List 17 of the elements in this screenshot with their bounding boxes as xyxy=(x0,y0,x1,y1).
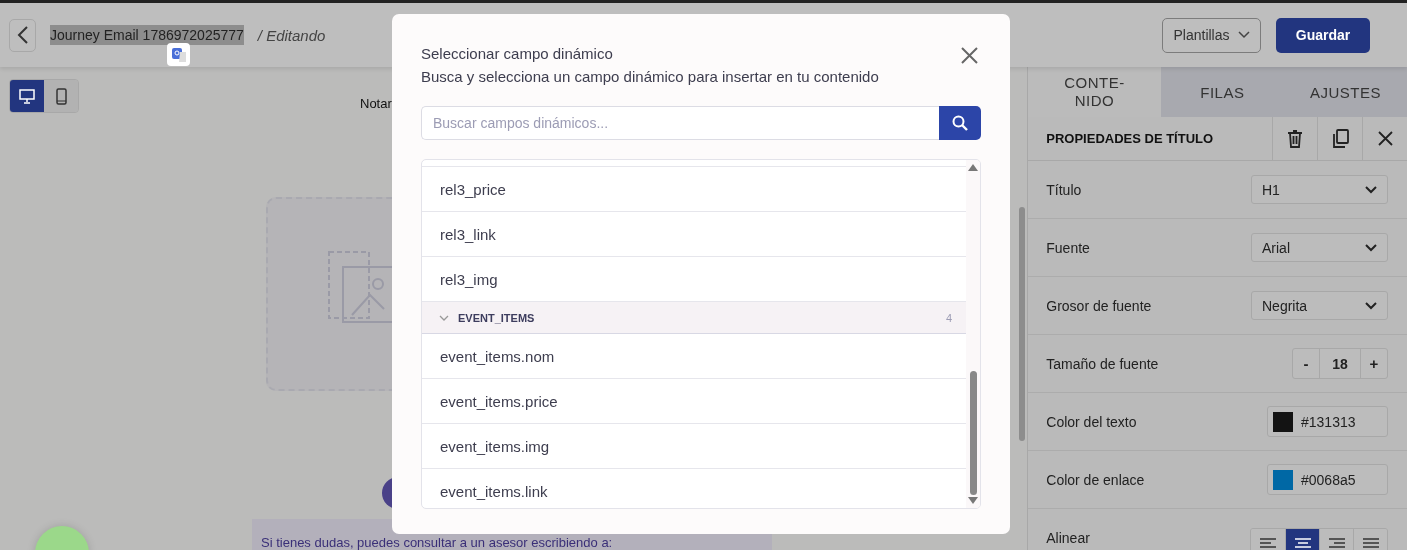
property-label: Tamaño de fuente xyxy=(1046,355,1159,372)
property-label: Título xyxy=(1046,181,1082,198)
email-heading: Notar xyxy=(360,96,393,111)
document-title: Journey Email 1786972025777 xyxy=(50,25,244,45)
group-count: 4 xyxy=(945,311,952,324)
property-label: Fuente xyxy=(1046,239,1090,256)
color-value: #131313 xyxy=(1301,413,1356,430)
property-label: Alinear xyxy=(1046,529,1090,546)
property-label: Color de enlace xyxy=(1046,471,1145,488)
editing-status: / Editando xyxy=(257,26,326,44)
property-label: Color del texto xyxy=(1046,413,1137,430)
panel-title: PROPIEDADES DE TÍTULO xyxy=(1045,131,1215,146)
dialog-subtitle: Busca y selecciona un campo dinámico para insertar en tu contenido xyxy=(421,67,879,87)
dialog-title: Seleccionar campo dinámico xyxy=(421,44,614,64)
property-label: Grosor de fuente xyxy=(1046,297,1152,314)
color-value: #0068a5 xyxy=(1301,471,1356,488)
group-label: EVENT_ITEMS xyxy=(458,311,536,324)
